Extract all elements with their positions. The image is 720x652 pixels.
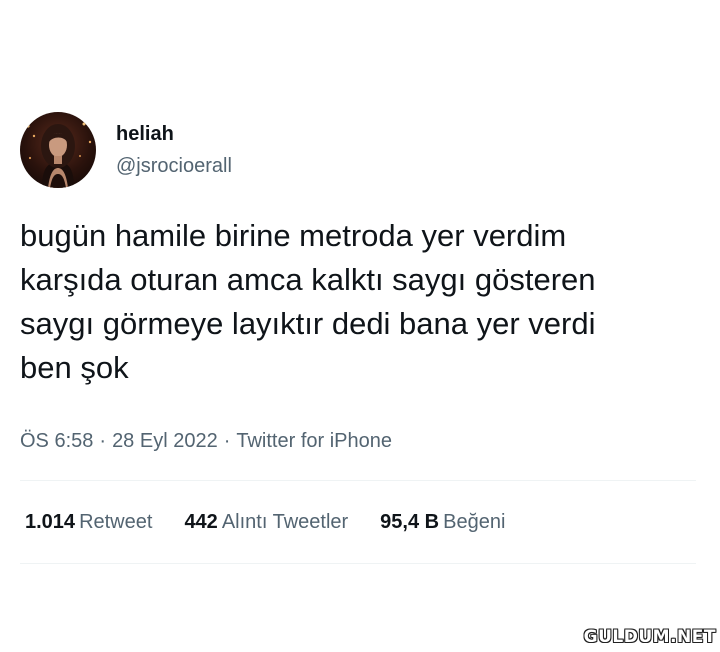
stat-value: 1.014	[25, 511, 76, 533]
tweet-header: heliah @jsrocioerall	[20, 112, 696, 188]
tweet-time[interactable]: ÖS 6:58	[20, 428, 93, 454]
stat-label: Alıntı Tweetler	[221, 511, 349, 533]
profile-photo-avatar	[20, 112, 96, 188]
meta-separator: ·	[99, 430, 107, 452]
stat-value: 95,4 B	[380, 511, 440, 533]
quote-tweet-count[interactable]: 442 Alıntı Tweetler	[184, 509, 348, 535]
stat-label: Beğeni	[443, 511, 506, 533]
like-count[interactable]: 95,4 B Beğeni	[380, 509, 505, 535]
author-names: heliah @jsrocioerall	[116, 121, 232, 179]
tweet-text: bugün hamile birine metroda yer verdim k…	[20, 218, 596, 385]
tweet-date[interactable]: 28 Eyl 2022	[112, 428, 218, 454]
divider	[20, 563, 696, 564]
tweet-source[interactable]: Twitter for iPhone	[236, 428, 392, 454]
stat-value: 442	[184, 511, 218, 533]
tweet-meta: ÖS 6:58 · 28 Eyl 2022 · Twitter for iPho…	[20, 428, 696, 454]
meta-separator: ·	[223, 430, 231, 452]
display-name[interactable]: heliah	[116, 121, 232, 147]
user-handle[interactable]: @jsrocioerall	[116, 153, 232, 179]
watermark-logo: GULDUM.NET	[583, 627, 716, 647]
retweet-count[interactable]: 1.014 Retweet	[25, 509, 152, 535]
tweet-card: heliah @jsrocioerall bugün hamile birine…	[20, 112, 696, 564]
avatar[interactable]	[20, 112, 96, 188]
tweet-stats: 1.014 Retweet 442 Alıntı Tweetler 95,4 B Be…	[20, 481, 696, 563]
stat-label: Retweet	[79, 511, 153, 533]
